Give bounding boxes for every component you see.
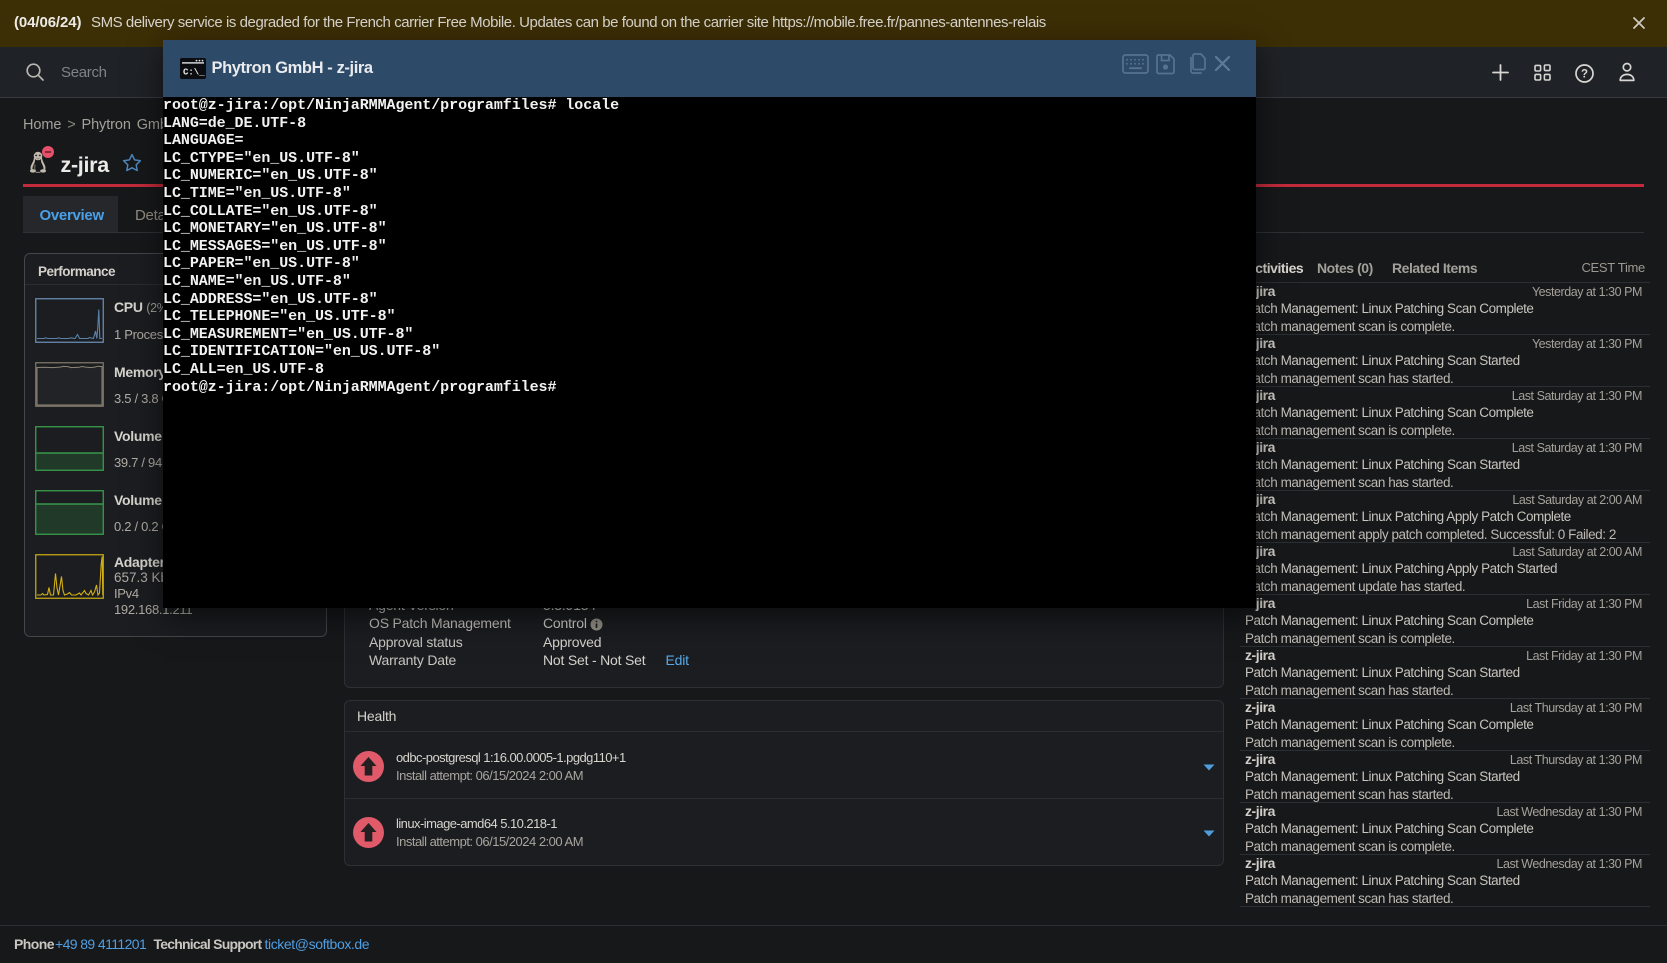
- svg-text:?: ?: [1581, 68, 1588, 80]
- svg-text:C:\_: C:\_: [183, 68, 205, 78]
